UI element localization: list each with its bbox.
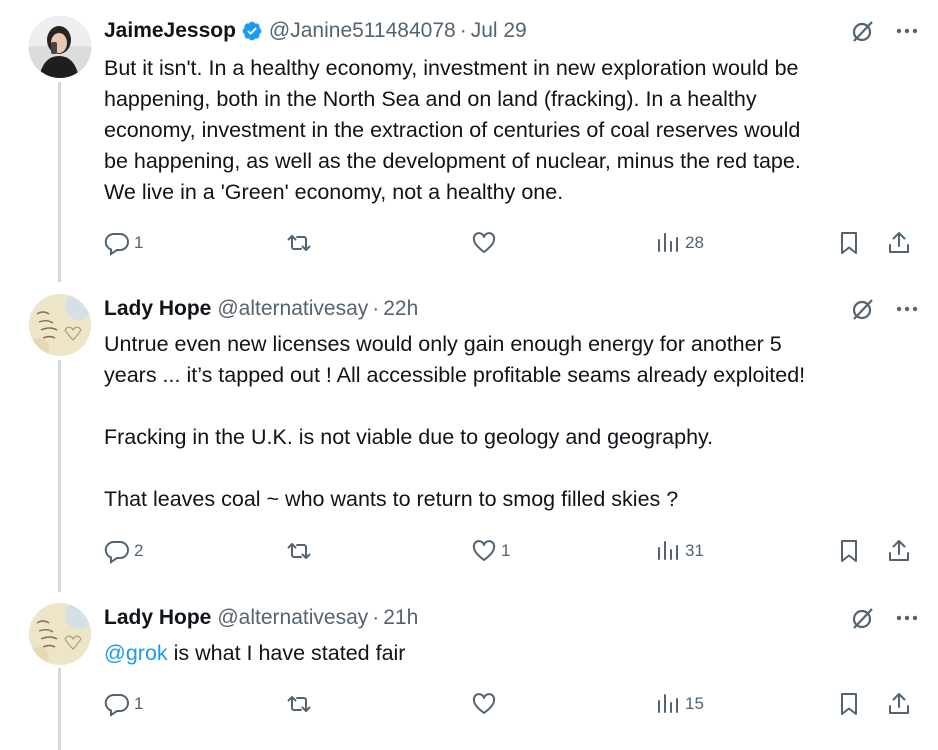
views-chart-icon — [658, 541, 678, 560]
tweet-text-line: happening, both in the North Sea and on … — [104, 87, 757, 111]
user-photo-icon — [29, 16, 91, 78]
reply-icon — [104, 693, 129, 717]
reply-count: 2 — [134, 541, 144, 560]
tweet-text: @grok is what I have stated fair — [104, 638, 920, 669]
tweet-text-rest: is what I have stated fair — [167, 641, 406, 665]
view-count: 28 — [685, 233, 704, 252]
author-name[interactable]: JaimeJessop — [104, 19, 236, 43]
repost-button[interactable] — [286, 689, 316, 719]
more-options-icon[interactable] — [894, 296, 920, 322]
tweet-text-line: economy, investment in the extraction of… — [104, 118, 801, 142]
tweet-header: Lady Hope @alternativesay · 21h — [104, 603, 920, 633]
repost-button[interactable] — [286, 228, 316, 258]
reply-count: 1 — [134, 694, 144, 713]
tweet-text: Untrue even new licenses would only gain… — [104, 329, 920, 515]
like-button[interactable] — [471, 689, 501, 719]
reply-button[interactable]: 1 — [104, 689, 143, 719]
share-button[interactable] — [886, 536, 912, 566]
timestamp[interactable]: 21h — [383, 606, 418, 630]
mention-link[interactable]: @grok — [104, 641, 168, 665]
views-button[interactable]: 28 — [655, 228, 704, 258]
reply-count: 1 — [134, 233, 144, 252]
timestamp[interactable]: 22h — [383, 297, 418, 321]
avatar[interactable] — [29, 16, 91, 78]
author-handle[interactable]: @alternativesay — [217, 606, 368, 630]
heart-icon — [472, 232, 496, 253]
like-button[interactable] — [471, 228, 501, 258]
like-button[interactable]: 1 — [471, 536, 510, 566]
tweet-text-line: be happening, as well as the development… — [104, 149, 801, 173]
separator-dot: · — [372, 297, 380, 320]
reply-button[interactable]: 1 — [104, 228, 143, 258]
tweet[interactable]: Lady Hope @alternativesay · 21h @grok is… — [0, 600, 938, 750]
view-count: 15 — [685, 694, 704, 713]
tweet[interactable]: Lady Hope @alternativesay · 22h Untrue e… — [0, 290, 938, 600]
tweet-text-line: We live in a 'Green' economy, not a heal… — [104, 180, 564, 204]
tweet-text: But it isn't. In a healthy economy, inve… — [104, 53, 920, 208]
tweet-text-line: But it isn't. In a healthy economy, inve… — [104, 56, 799, 80]
more-options-icon[interactable] — [894, 605, 920, 631]
tweet-text-line: @grok is what I have stated fair — [104, 638, 920, 669]
repost-icon — [287, 235, 311, 251]
handwritten-note-avatar-icon — [29, 603, 91, 665]
like-count: 1 — [501, 541, 511, 560]
separator-dot: · — [459, 19, 467, 42]
share-icon — [889, 693, 909, 714]
grok-icon[interactable] — [850, 605, 876, 631]
tweet-actions: 1 28 — [104, 228, 916, 258]
reply-button[interactable]: 2 — [104, 536, 143, 566]
separator-dot: · — [372, 606, 380, 629]
tweet-actions: 1 15 — [104, 689, 916, 719]
repost-icon — [287, 543, 311, 559]
repost-icon — [287, 696, 311, 712]
bookmark-icon — [841, 540, 857, 562]
author-name[interactable]: Lady Hope — [104, 297, 211, 321]
share-button[interactable] — [886, 689, 912, 719]
more-options-icon[interactable] — [894, 18, 920, 44]
views-button[interactable]: 15 — [655, 689, 704, 719]
bookmark-icon — [841, 693, 857, 715]
heart-icon — [472, 693, 496, 714]
author-name[interactable]: Lady Hope — [104, 606, 211, 630]
bookmark-button[interactable] — [836, 228, 862, 258]
reply-icon — [104, 540, 129, 564]
verified-badge-icon[interactable] — [241, 20, 263, 42]
avatar[interactable] — [29, 603, 91, 665]
tweet-text-line: Untrue even new licenses would only gain… — [104, 332, 782, 356]
bookmark-button[interactable] — [836, 536, 862, 566]
share-icon — [889, 232, 909, 253]
views-chart-icon — [658, 694, 678, 713]
repost-button[interactable] — [286, 536, 316, 566]
bookmark-icon — [841, 232, 857, 254]
handwritten-note-avatar-icon — [29, 294, 91, 356]
view-count: 31 — [685, 541, 704, 560]
author-handle[interactable]: @Janine511484078 — [269, 19, 456, 43]
tweet-text-line: years ... it’s tapped out ! All accessib… — [104, 363, 806, 387]
share-button[interactable] — [886, 228, 912, 258]
tweet-actions: 2 1 31 — [104, 536, 916, 566]
grok-icon[interactable] — [850, 18, 876, 44]
bookmark-button[interactable] — [836, 689, 862, 719]
tweet-header: JaimeJessop @Janine511484078 · Jul 29 — [104, 16, 920, 46]
timestamp[interactable]: Jul 29 — [471, 19, 527, 43]
author-handle[interactable]: @alternativesay — [217, 297, 368, 321]
tweet-text-line: Fracking in the U.K. is not viable due t… — [104, 425, 714, 449]
tweet-text-line: That leaves coal ~ who wants to return t… — [104, 487, 679, 511]
views-button[interactable]: 31 — [655, 536, 704, 566]
grok-icon[interactable] — [850, 296, 876, 322]
heart-icon — [472, 540, 496, 561]
views-chart-icon — [658, 233, 678, 252]
share-icon — [889, 540, 909, 561]
tweet[interactable]: JaimeJessop @Janine511484078 · Jul 29 Bu… — [0, 0, 938, 290]
reply-icon — [104, 232, 129, 256]
avatar[interactable] — [29, 294, 91, 356]
tweet-header: Lady Hope @alternativesay · 22h — [104, 294, 920, 324]
